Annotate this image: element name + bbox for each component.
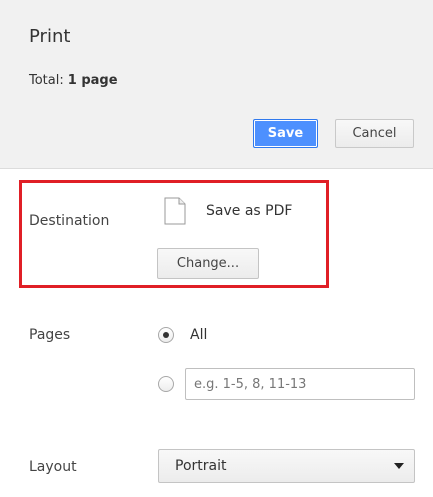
layout-label: Layout	[29, 459, 77, 475]
destination-name: Save as PDF	[206, 203, 293, 219]
page-title: Print	[29, 26, 71, 47]
destination-label: Destination	[29, 213, 110, 229]
layout-selected-value: Portrait	[175, 458, 227, 474]
cancel-button[interactable]: Cancel	[335, 119, 414, 148]
save-button[interactable]: Save	[253, 119, 318, 148]
print-header: Print Total: 1 page Save Cancel	[0, 0, 433, 169]
total-value: 1 page	[67, 73, 118, 88]
total-label: Total:	[29, 73, 64, 88]
pages-custom-radio[interactable]	[158, 376, 174, 392]
document-icon	[164, 197, 186, 225]
total-pages: Total: 1 page	[29, 73, 118, 88]
layout-select[interactable]: Portrait	[158, 449, 415, 483]
chevron-down-icon	[394, 463, 404, 469]
pages-range-input[interactable]	[185, 368, 415, 400]
pages-label: Pages	[29, 327, 71, 343]
print-preview-panel: Print Total: 1 page Save Cancel Destinati…	[0, 0, 433, 497]
pages-all-label[interactable]: All	[190, 327, 207, 343]
change-destination-button[interactable]: Change...	[157, 248, 259, 279]
pages-all-radio[interactable]	[158, 327, 174, 343]
